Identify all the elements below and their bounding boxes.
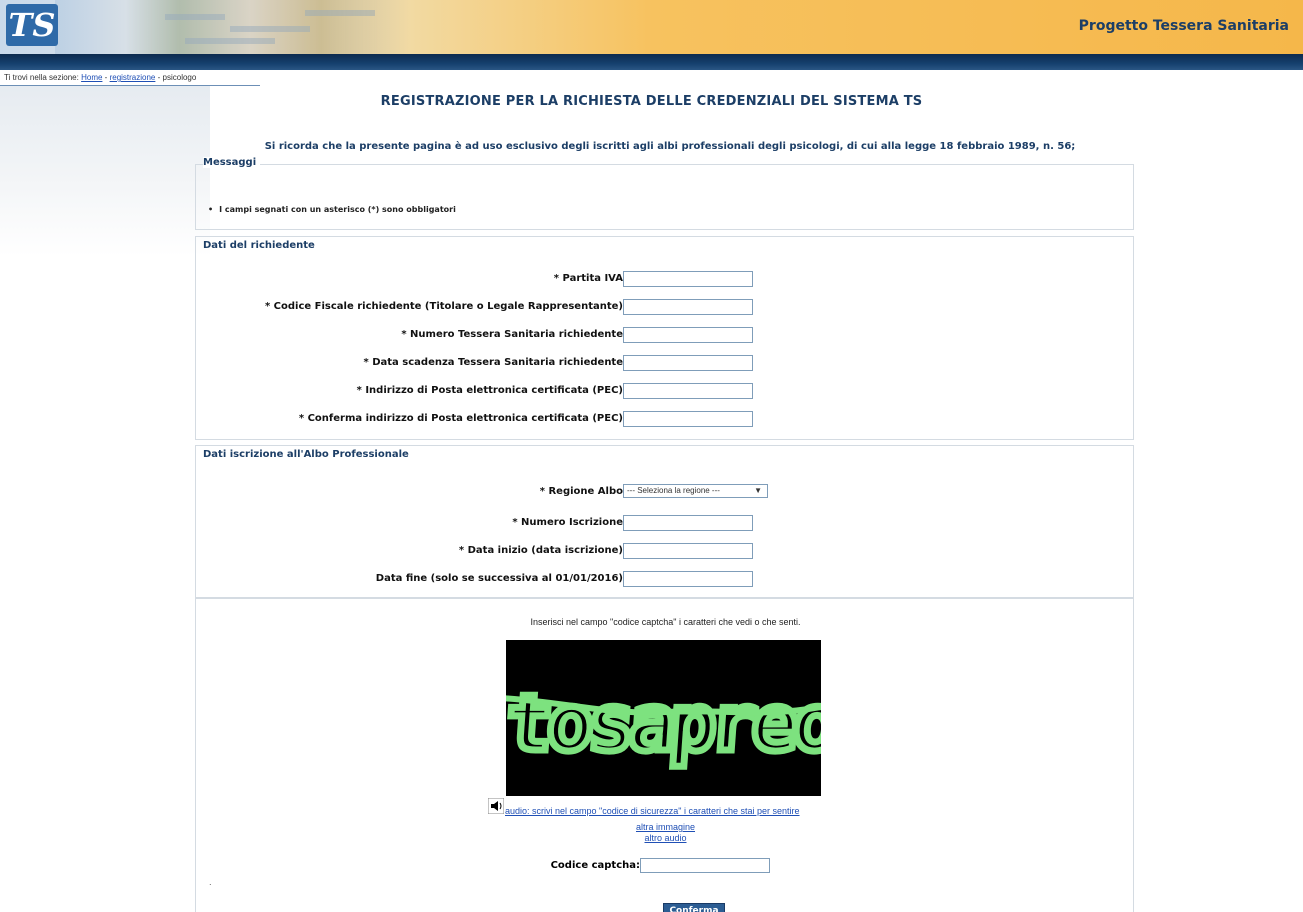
field-pec: * Indirizzo di Posta elettronica certifi… [196, 383, 1135, 401]
captcha-graphic: tosapreo [506, 640, 821, 796]
altra-immagine-row: altra immagine [196, 822, 1135, 832]
numero-tessera-input[interactable] [623, 327, 753, 343]
small-dot: . [209, 878, 212, 887]
captcha-instruction: Inserisci nel campo "codice captcha" i c… [530, 617, 801, 627]
field-label: * Codice Fiscale richiedente (Titolare o… [264, 301, 623, 312]
audio-captcha-link[interactable]: audio: scrivi nel campo "codice di sicur… [505, 806, 800, 816]
breadcrumb-separator: - [104, 73, 108, 82]
pec-input[interactable] [623, 383, 753, 399]
field-label: * Partita IVA [553, 273, 623, 284]
messages-section: Messaggi I campi segnati con un asterisc… [195, 157, 1134, 230]
page-notice: Si ricorda che la presente pagina è ad u… [264, 141, 1076, 152]
field-data-inizio: * Data inizio (data iscrizione) [196, 543, 1135, 561]
numero-iscrizione-input[interactable] [623, 515, 753, 531]
field-regione-albo: * Regione Albo --- Seleziona la regione … [196, 484, 1135, 502]
captcha-code-row: Codice captcha: [196, 858, 1135, 874]
albo-section: Dati iscrizione all'Albo Professionale *… [195, 445, 1134, 598]
messages-title: Messaggi [203, 157, 261, 168]
header-banner-image [55, 0, 410, 54]
breadcrumb-current: psicologo [162, 73, 197, 82]
conferma-button[interactable]: Conferma [663, 903, 725, 912]
richiedente-section: Dati del richiedente * Partita IVA * Cod… [195, 236, 1134, 440]
field-data-scadenza: * Data scadenza Tessera Sanitaria richie… [196, 355, 1135, 373]
partita-iva-input[interactable] [623, 271, 753, 287]
speaker-icon[interactable] [488, 798, 504, 814]
captcha-code-input[interactable] [640, 858, 770, 873]
field-label: * Indirizzo di Posta elettronica certifi… [356, 385, 623, 396]
richiedente-title: Dati del richiedente [203, 240, 315, 251]
field-conferma-pec: * Conferma indirizzo di Posta elettronic… [196, 411, 1135, 429]
field-partita-iva: * Partita IVA [196, 271, 1135, 289]
data-fine-input[interactable] [623, 571, 753, 587]
field-label: * Numero Tessera Sanitaria richiedente [401, 329, 623, 340]
codice-fiscale-input[interactable] [623, 299, 753, 315]
field-codice-fiscale: * Codice Fiscale richiedente (Titolare o… [196, 299, 1135, 317]
site-title: Progetto Tessera Sanitaria [1078, 18, 1289, 34]
field-numero-tessera: * Numero Tessera Sanitaria richiedente [196, 327, 1135, 345]
captcha-text: tosapreo [506, 679, 821, 769]
field-label: * Data scadenza Tessera Sanitaria richie… [363, 357, 623, 368]
breadcrumb-registrazione-link[interactable]: registrazione [110, 73, 156, 82]
field-label: * Regione Albo [539, 486, 623, 497]
captcha-section: Inserisci nel campo "codice captcha" i c… [195, 598, 1134, 912]
breadcrumb-home-link[interactable]: Home [81, 73, 102, 82]
message-item: I campi segnati con un asterisco (*) son… [208, 205, 456, 214]
field-label: * Conferma indirizzo di Posta elettronic… [298, 413, 623, 424]
left-decoration [0, 86, 210, 256]
header-bar [0, 54, 1303, 70]
field-label: Data fine (solo se successiva al 01/01/2… [375, 573, 623, 584]
audio-row: audio: scrivi nel campo "codice di sicur… [488, 798, 848, 818]
altro-audio-link[interactable]: altro audio [644, 833, 686, 843]
ts-logo: TS [6, 4, 58, 46]
altro-audio-row: altro audio [196, 833, 1135, 843]
field-label: * Numero Iscrizione [512, 517, 623, 528]
captcha-code-label: Codice captcha: [550, 860, 640, 871]
breadcrumb: Ti trovi nella sezione: Home - registraz… [4, 73, 196, 82]
field-numero-iscrizione: * Numero Iscrizione [196, 515, 1135, 533]
conferma-pec-input[interactable] [623, 411, 753, 427]
site-header: TS Progetto Tessera Sanitaria [0, 0, 1303, 54]
captcha-image: tosapreo [506, 640, 821, 796]
regione-selected-value: --- Seleziona la regione --- [627, 486, 720, 495]
breadcrumb-separator: - [157, 73, 161, 82]
data-scadenza-input[interactable] [623, 355, 753, 371]
dropdown-arrow-icon: ▼ [754, 486, 762, 495]
albo-title: Dati iscrizione all'Albo Professionale [203, 449, 409, 460]
field-data-fine: Data fine (solo se successiva al 01/01/2… [196, 571, 1135, 589]
page-title: REGISTRAZIONE PER LA RICHIESTA DELLE CRE… [380, 94, 923, 109]
data-inizio-input[interactable] [623, 543, 753, 559]
field-label: * Data inizio (data iscrizione) [458, 545, 623, 556]
breadcrumb-divider [0, 85, 260, 86]
regione-select[interactable]: --- Seleziona la regione --- ▼ [623, 484, 768, 498]
altra-immagine-link[interactable]: altra immagine [636, 822, 695, 832]
breadcrumb-prefix: Ti trovi nella sezione: [4, 73, 79, 82]
